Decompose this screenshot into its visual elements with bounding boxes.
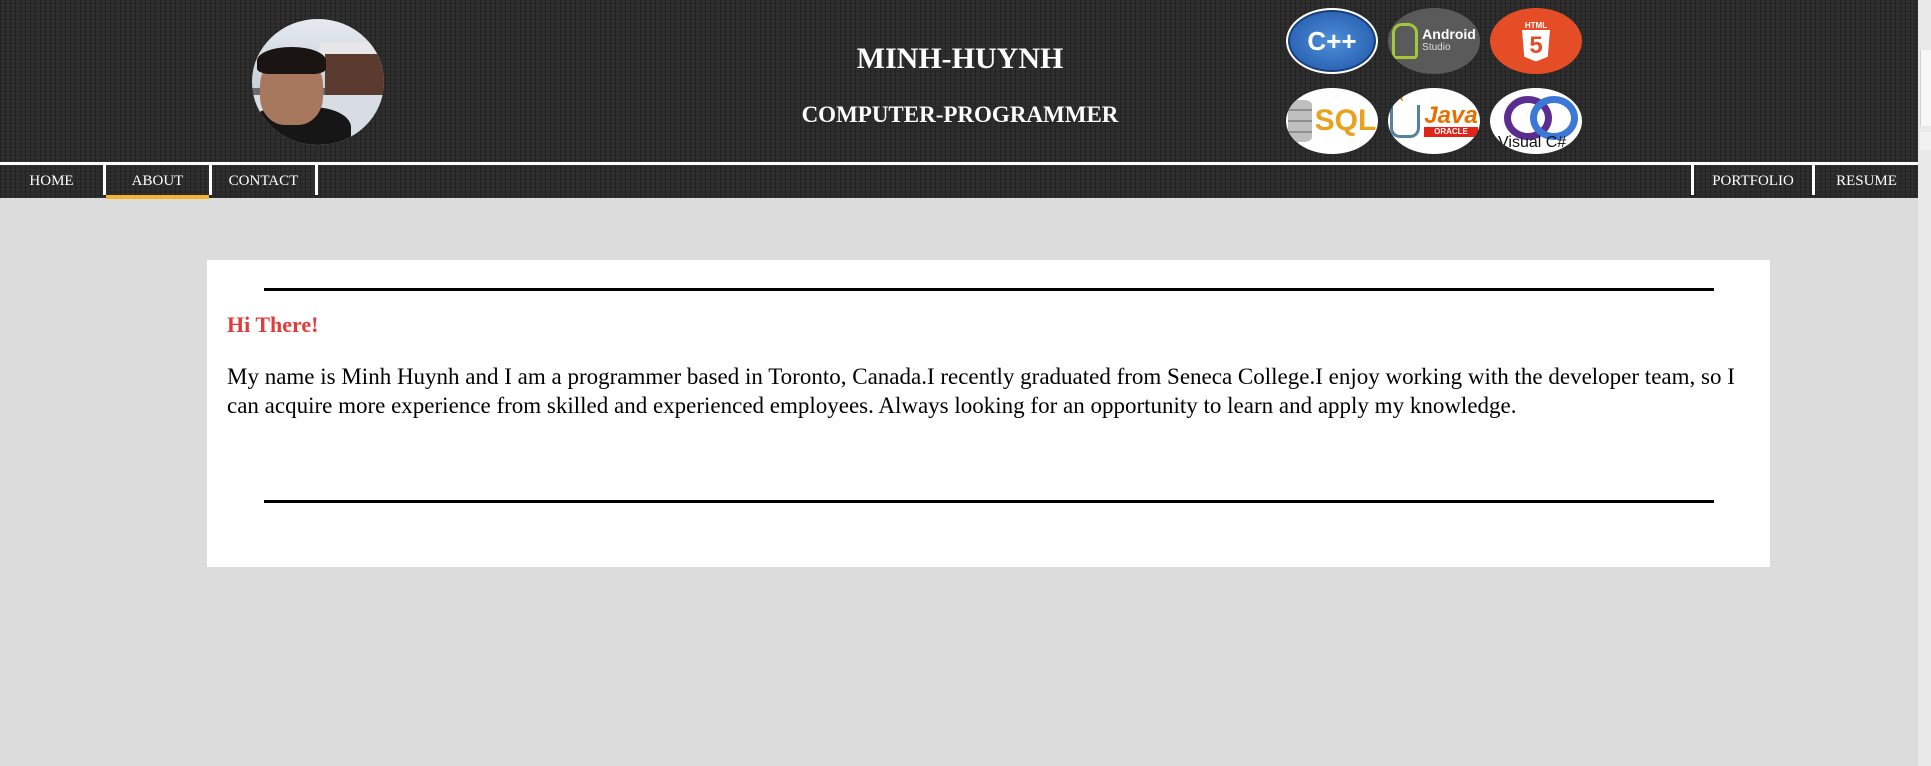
sql-logo-icon: SQL [1286,88,1378,154]
android-logo-title: Android [1422,26,1476,42]
header-banner: MINH-HUYNH COMPUTER-PROGRAMMER C++ Andro… [0,0,1918,162]
scrollbar-thumb[interactable] [1920,50,1931,126]
active-tab-indicator [106,195,209,199]
cpp-logo-text: C++ [1288,10,1376,72]
about-card: Hi There! My name is Minh Huynh and I am… [207,260,1770,567]
android-studio-logo-icon: Android Studio [1388,8,1480,74]
java-logo-text: Java [1424,102,1478,129]
visual-csharp-logo-icon: Visual C# [1490,88,1582,154]
database-icon [1287,100,1312,142]
android-logo-sub: Studio [1422,42,1451,53]
site-title: MINH-HUYNH [856,42,1064,75]
android-bot-icon [1392,23,1419,59]
about-greeting: Hi There! [227,312,319,337]
nav-resume-link[interactable]: RESUME [1815,165,1918,198]
window-scrollbar[interactable] [1918,0,1931,766]
nav-about-link[interactable]: ABOUT [106,165,209,198]
html5-logo-number: 5 [1522,29,1550,62]
nav-divider [315,165,318,195]
bottom-divider [264,500,1714,503]
nav-home-link[interactable]: HOME [0,165,103,198]
site-header: MINH-HUYNH COMPUTER-PROGRAMMER C++ Andro… [0,0,1918,199]
site-subtitle: COMPUTER-PROGRAMMER [801,102,1119,127]
main-nav: HOME ABOUT CONTACT PORTFOLIO RESUME [0,162,1918,199]
profile-avatar [252,19,384,145]
nav-portfolio-link[interactable]: PORTFOLIO [1694,165,1812,198]
sql-logo-text: SQL [1314,104,1377,137]
about-bio: My name is Minh Huynh and I am a program… [227,364,1735,418]
java-logo-icon: Java ORACLE [1388,88,1480,154]
nav-contact-link[interactable]: CONTACT [212,165,315,198]
cpp-logo-icon: C++ [1286,8,1378,74]
html5-logo-icon: HTML 5 [1490,8,1582,74]
top-divider [264,288,1714,291]
html5-logo-tag: HTML [1524,20,1548,30]
coffee-cup-icon [1390,88,1421,138]
scrollbar-marker [1920,132,1931,150]
visual-csharp-logo-text: Visual C# [1498,134,1567,151]
